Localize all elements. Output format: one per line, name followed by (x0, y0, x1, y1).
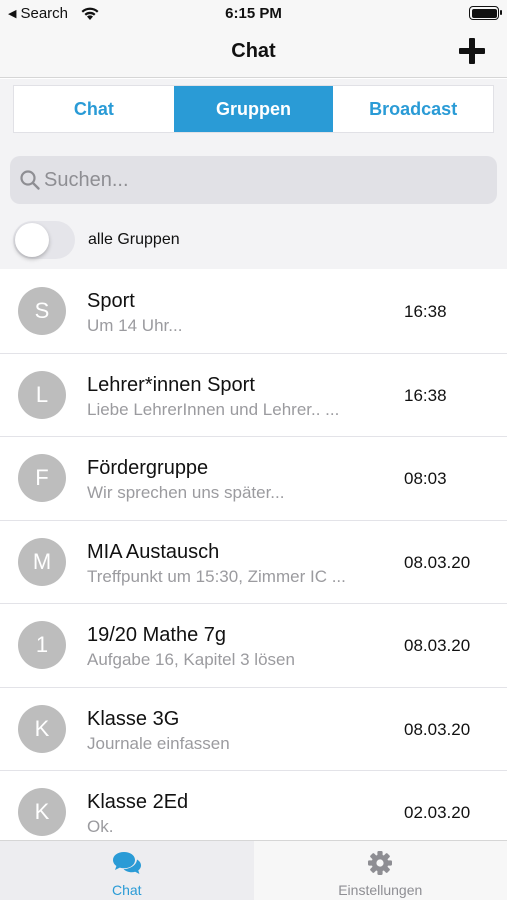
list-item[interactable]: S Sport Um 14 Uhr... 16:38 (0, 270, 507, 354)
message-time: 08.03.20 (404, 636, 471, 655)
segment-chat[interactable]: Chat (14, 86, 174, 132)
tab-chat-label: Chat (111, 882, 142, 898)
search-input[interactable] (44, 156, 484, 204)
message-time: 08:03 (404, 469, 447, 488)
search-bar (10, 156, 497, 204)
message-preview: Ok. (87, 817, 114, 836)
message-time: 16:38 (404, 302, 447, 321)
segmented-control: Chat Gruppen Broadcast (13, 85, 494, 133)
page-title: Chat (231, 40, 276, 62)
avatar: S (18, 287, 66, 335)
avatar: L (18, 370, 66, 419)
list-item[interactable]: K Klasse 2Ed Ok. 02.03.20 (0, 771, 507, 840)
filter-area: alle Gruppen (0, 213, 507, 269)
message-time: 08.03.20 (404, 719, 471, 739)
status-bar: ◀ Search 6:15 PM (0, 0, 507, 28)
message-time: 08.03.20 (404, 552, 471, 572)
message-preview: Journale einfassen (87, 733, 230, 753)
message-preview: Um 14 Uhr... (87, 316, 183, 335)
group-title: Fördergruppe (87, 457, 209, 479)
list-item[interactable]: M MIA Austausch Treffpunkt um 15:30, Zim… (0, 520, 507, 604)
message-preview: Liebe LehrerInnen und Lehrer.. ... (87, 399, 340, 419)
group-title: Lehrer*innen Sport (87, 373, 255, 396)
search-area (0, 143, 507, 213)
all-groups-label: alle Gruppen (88, 231, 180, 248)
message-preview: Aufgabe 16, Kapitel 3 lösen (87, 650, 295, 669)
tab-chat[interactable]: Chat (0, 841, 254, 900)
list-item[interactable]: 1 19/20 Mathe 7g Aufgabe 16, Kapitel 3 l… (0, 604, 507, 688)
message-preview: Treffpunkt um 15:30, Zimmer IC ... (87, 566, 346, 586)
segment-gruppen[interactable]: Gruppen (173, 86, 334, 132)
gear-icon (368, 851, 393, 875)
status-time: 6:15 PM (225, 5, 282, 22)
avatar: K (18, 788, 66, 836)
tab-bar: Chat Einstellungen (0, 840, 507, 900)
avatar: M (18, 537, 66, 586)
group-title: MIA Austausch (87, 540, 220, 563)
group-title: Klasse 2Ed (87, 791, 189, 813)
avatar: F (18, 454, 66, 502)
message-preview: Wir sprechen uns später... (87, 483, 285, 502)
navigation-bar: Chat (0, 28, 507, 78)
search-icon (20, 170, 40, 190)
battery-icon (469, 6, 502, 20)
segment-area: Chat Gruppen Broadcast (0, 79, 507, 143)
chat-bubbles-icon (112, 852, 141, 874)
group-title: Sport (87, 290, 135, 312)
list-item[interactable]: L Lehrer*innen Sport Liebe LehrerInnen u… (0, 353, 507, 437)
avatar: K (18, 704, 66, 753)
group-list: S Sport Um 14 Uhr... 16:38 L Lehrer*inne… (0, 270, 507, 840)
avatar: 1 (18, 621, 66, 669)
toggle-knob (15, 223, 49, 257)
list-item[interactable]: K Klasse 3G Journale einfassen 08.03.20 (0, 687, 507, 771)
message-time: 02.03.20 (404, 803, 471, 822)
plus-icon[interactable] (459, 38, 485, 64)
group-title: 19/20 Mathe 7g (87, 624, 226, 646)
list-item[interactable]: F Fördergruppe Wir sprechen uns später..… (0, 437, 507, 521)
segment-broadcast[interactable]: Broadcast (333, 86, 494, 132)
tab-settings[interactable]: Einstellungen (254, 841, 507, 900)
all-groups-toggle[interactable] (13, 221, 75, 259)
message-time: 16:38 (404, 385, 447, 405)
group-title: Klasse 3G (87, 707, 180, 730)
tab-settings-label: Einstellungen (338, 882, 423, 898)
